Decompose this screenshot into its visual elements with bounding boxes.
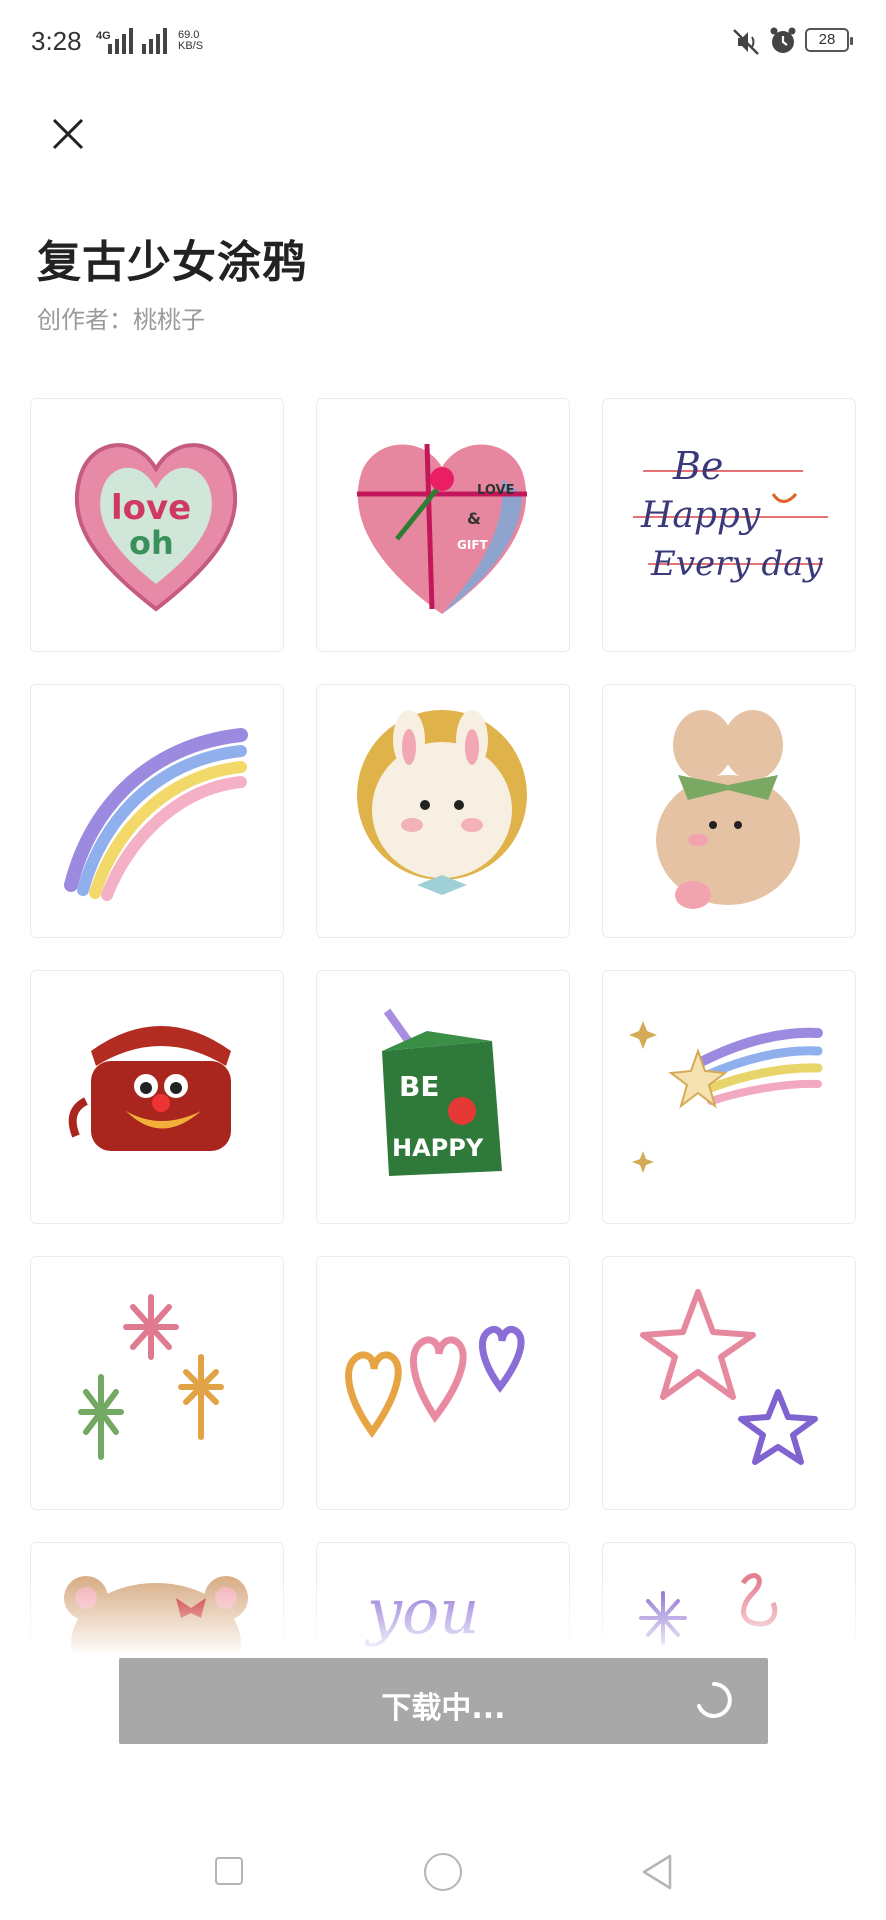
sparkle-letter-icon <box>639 1573 778 1645</box>
signal-icon <box>108 28 133 54</box>
you-text-icon: you <box>364 1575 479 1648</box>
back-icon[interactable] <box>640 1852 674 1892</box>
bunny-icon <box>357 710 527 895</box>
close-icon <box>52 118 84 150</box>
recent-apps-button[interactable] <box>215 1857 243 1885</box>
bear-ribbon-icon <box>64 1576 248 1652</box>
sticker-love-oh-heart[interactable]: love oh <box>30 398 284 652</box>
sticker-text-2: oh <box>129 524 174 562</box>
status-time: 3:28 <box>31 26 82 56</box>
sticker-three-hearts[interactable] <box>316 1256 570 1510</box>
sticker-gift-heart[interactable]: LOVE & GIFT <box>316 398 570 652</box>
sticker-text-you: you <box>364 1575 479 1648</box>
close-button[interactable] <box>46 112 90 156</box>
system-nav-bar <box>0 1822 886 1920</box>
page-title: 复古少女涂鸦 <box>37 237 307 288</box>
sticker-bunny-in-circle[interactable] <box>316 684 570 938</box>
sticker-be-happy-juice-box[interactable]: BE HAPPY <box>316 970 570 1224</box>
sticker-be-happy-everyday[interactable]: Be Happy Every day <box>602 398 856 652</box>
sticker-shooting-star-rainbow[interactable] <box>602 970 856 1224</box>
loading-spinner-icon <box>697 1682 732 1718</box>
sticker-red-telephone[interactable] <box>30 970 284 1224</box>
author-label: 创作者： <box>37 306 133 334</box>
author-name: 桃桃子 <box>133 306 205 334</box>
sticker-text-and: & <box>467 509 481 528</box>
sticker-text-gift: GIFT <box>457 538 489 552</box>
download-label: 下载中... <box>381 1691 506 1726</box>
mute-icon <box>733 29 759 55</box>
sticker-two-stars[interactable] <box>602 1256 856 1510</box>
author-line: 创作者：桃桃子 <box>37 300 205 335</box>
signal-icon-2 <box>142 28 167 54</box>
juice-box-icon: BE HAPPY <box>382 1008 502 1176</box>
sticker-bear-with-bow[interactable] <box>602 684 856 938</box>
sticker-text-everyday: Every day <box>650 544 823 584</box>
shooting-star-icon <box>629 1021 823 1173</box>
sticker-text-be: BE <box>399 1070 439 1103</box>
home-button[interactable] <box>424 1853 462 1891</box>
gift-heart-icon: LOVE & GIFT <box>357 443 527 614</box>
sticker-sparkles[interactable] <box>30 1256 284 1510</box>
sticker-you-text[interactable]: you <box>316 1542 570 1652</box>
sticker-sparkle-letter[interactable] <box>602 1542 856 1652</box>
sticker-grid: love oh LOVE & GIFT Be Happy Every day B… <box>30 398 856 1652</box>
sticker-rainbow[interactable] <box>30 684 284 938</box>
rainbow-icon <box>64 728 248 901</box>
sticker-text-1: love <box>111 488 191 528</box>
sticker-text-happy: HAPPY <box>392 1134 484 1162</box>
sticker-text-love: LOVE <box>477 483 514 498</box>
download-button[interactable]: 下载中... <box>119 1658 768 1744</box>
sticker-text-happy: Happy <box>640 495 761 536</box>
hearts-icon <box>345 1325 525 1439</box>
alarm-icon <box>770 27 796 53</box>
be-happy-text-icon: Be Happy Every day <box>633 444 828 584</box>
sticker-text-be: Be <box>672 444 723 488</box>
battery-indicator: 28 <box>805 28 853 52</box>
network-speed: 69.0 KB/S <box>178 30 203 52</box>
telephone-icon <box>68 1026 231 1151</box>
stars-icon <box>640 1289 818 1465</box>
bear-icon <box>656 710 800 909</box>
status-bar: 3:28 4G 69.0 KB/S 28 <box>0 0 886 86</box>
speed-unit: KB/S <box>178 40 204 52</box>
sparkles-icon <box>78 1294 224 1460</box>
heart-sticker-icon: love oh <box>74 443 238 612</box>
sticker-bear-with-ribbon[interactable] <box>30 1542 284 1652</box>
